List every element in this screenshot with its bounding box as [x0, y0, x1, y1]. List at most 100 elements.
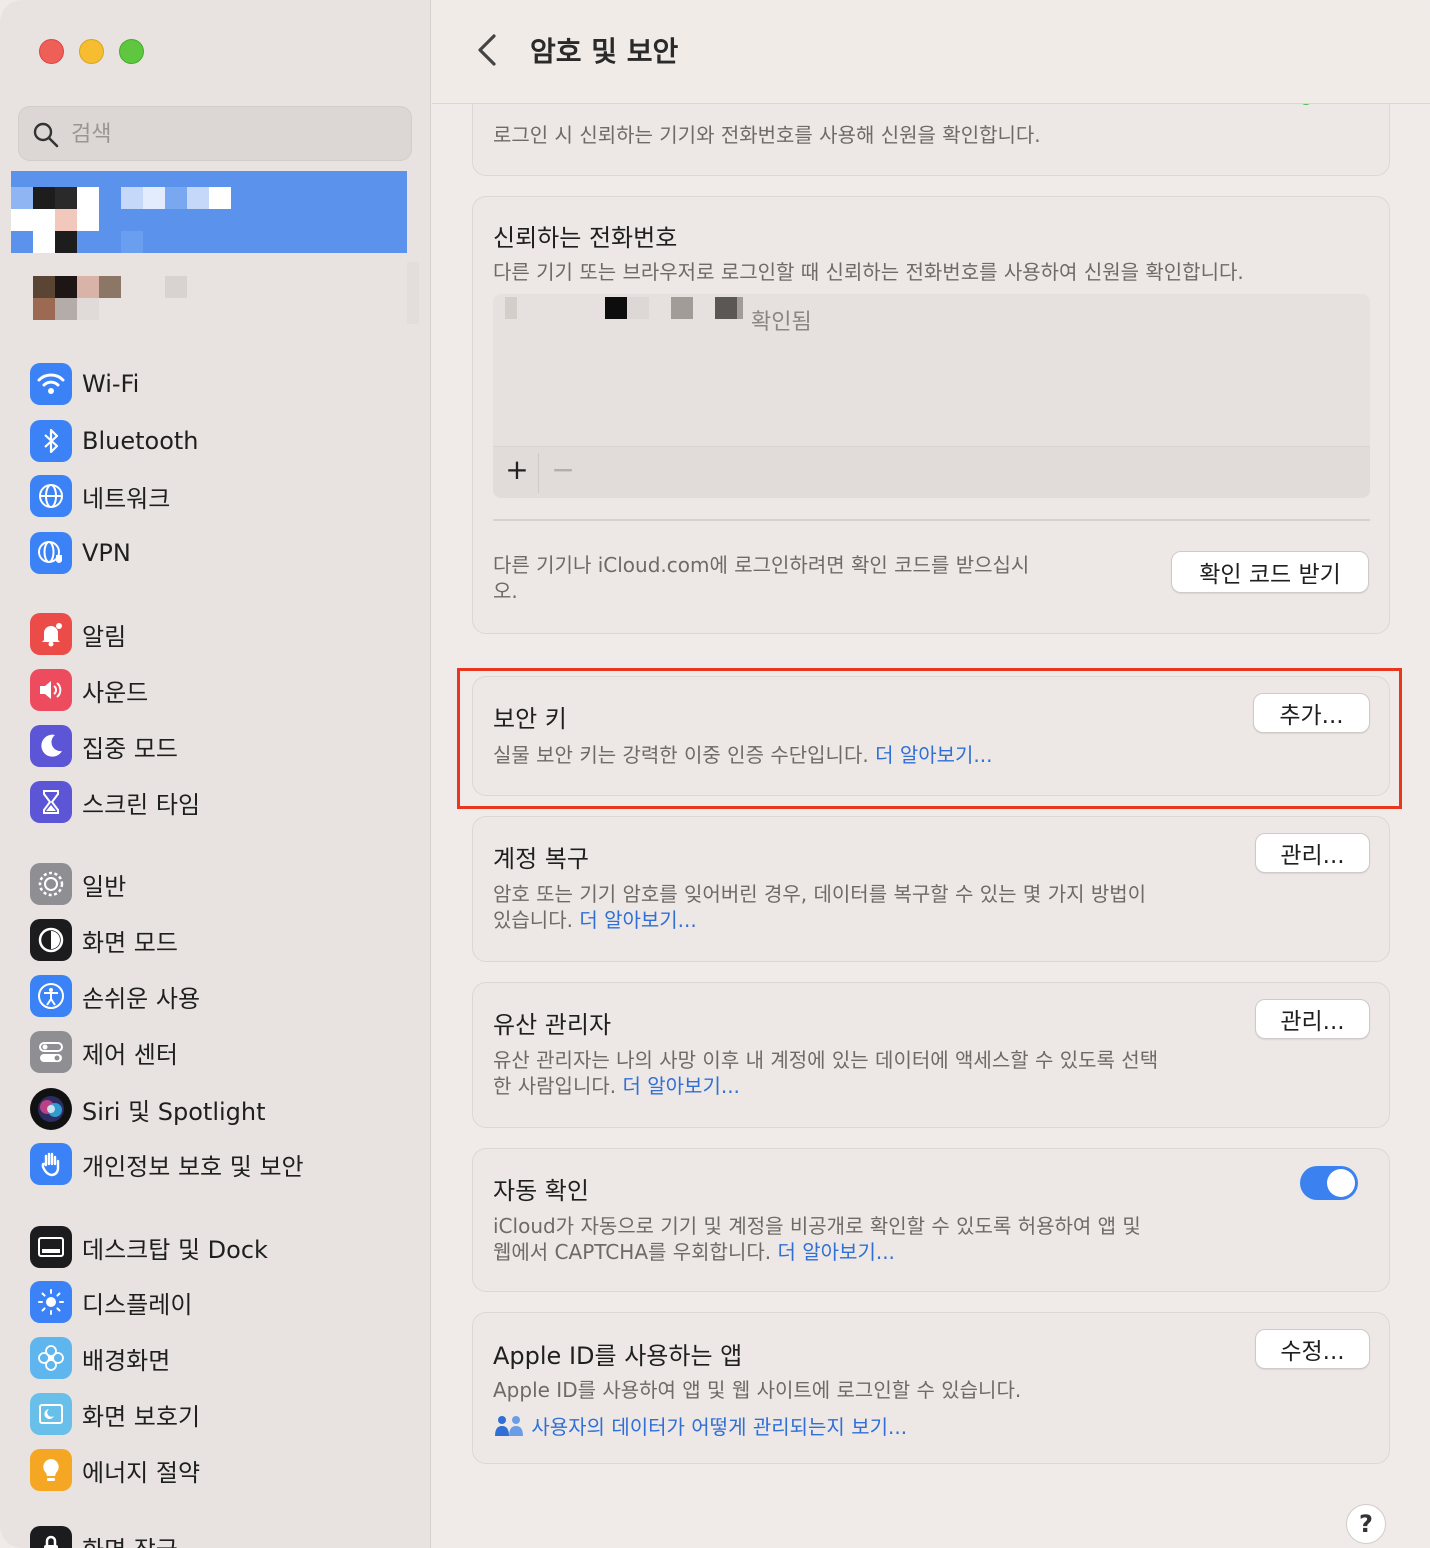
- lightbulb-icon: [30, 1449, 72, 1491]
- manage-legacy-contact-button[interactable]: 관리...: [1255, 999, 1370, 1039]
- data-management-link[interactable]: 사용자의 데이터가 어떻게 관리되는지 보기...: [531, 1415, 907, 1439]
- sidebar-item-privacy-security[interactable]: 개인정보 보호 및 보안: [30, 1141, 400, 1187]
- close-window-button[interactable]: [39, 39, 64, 64]
- sidebar-item-screen-saver[interactable]: 화면 보호기: [30, 1391, 400, 1437]
- sidebar-item-notifications[interactable]: 알림: [30, 611, 400, 657]
- window-controls: [39, 39, 144, 64]
- people-handshake-icon: [495, 1416, 523, 1436]
- divider: [538, 453, 539, 493]
- bluetooth-icon: [30, 420, 72, 462]
- vpn-globe-icon: [30, 532, 72, 574]
- speaker-icon: [30, 669, 72, 711]
- phone-number-pixel: [505, 297, 517, 319]
- security-key-description: 실물 보안 키는 강력한 이중 인증 수단입니다.: [493, 743, 869, 767]
- legacy-contact-description: 유산 관리자는 나의 사망 이후 내 계정에 있는 데이터에 액세스할 수 있도…: [493, 1048, 1159, 1098]
- sidebar-item-label: 개인정보 보호 및 보안: [82, 1152, 304, 1181]
- list-item[interactable]: 확인됨: [493, 294, 1370, 344]
- security-key-learn-more-link[interactable]: 더 알아보기...: [875, 743, 992, 767]
- avatar-pixel: [55, 276, 77, 298]
- sidebar-item-bluetooth[interactable]: Bluetooth: [30, 418, 400, 464]
- phone-number-pixel: [627, 297, 649, 319]
- account-recovery-title: 계정 복구: [493, 845, 589, 873]
- account-recovery-learn-more-link[interactable]: 더 알아보기...: [579, 908, 696, 932]
- back-chevron-icon[interactable]: [472, 30, 502, 70]
- wifi-icon: [30, 363, 72, 405]
- search-field[interactable]: [18, 106, 412, 161]
- phone-number-pixel: [671, 297, 693, 319]
- sidebar-item-lock-screen[interactable]: 화면 잠금: [30, 1524, 400, 1548]
- auto-verify-card: 자동 확인 iCloud가 자동으로 기기 및 계정을 비공개로 확인할 수 있…: [472, 1148, 1390, 1292]
- minimize-window-button[interactable]: [79, 39, 104, 64]
- sidebar-item-screen-time[interactable]: 스크린 타임: [30, 779, 400, 825]
- two-factor-description: 로그인 시 신뢰하는 기기와 전화번호를 사용해 신원을 확인합니다.: [493, 123, 1041, 147]
- sidebar-item-displays[interactable]: 디스플레이: [30, 1279, 400, 1325]
- remove-phone-button[interactable]: −: [549, 453, 577, 486]
- sidebar-item-wallpaper[interactable]: 배경화면: [30, 1335, 400, 1381]
- search-icon: [33, 122, 59, 148]
- avatar: [33, 276, 55, 298]
- avatar-pixel: [77, 276, 99, 298]
- auto-verify-learn-more-link[interactable]: 더 알아보기...: [777, 1240, 894, 1264]
- phone-number-pixel: [737, 297, 743, 319]
- sidebar: Wi-Fi Bluetooth 네트워크 VPN 알림: [0, 0, 431, 1548]
- sidebar-item-label: 네트워크: [82, 484, 171, 513]
- avatar-pixel: [55, 209, 77, 231]
- flower-icon: [30, 1337, 72, 1379]
- security-key-card: 보안 키 실물 보안 키는 강력한 이중 인증 수단입니다. 더 알아보기...…: [472, 676, 1390, 796]
- avatar-pixel: [55, 187, 77, 209]
- account-recovery-description-block: 암호 또는 기기 암호를 잊어버린 경우, 데이터를 복구할 수 있는 몇 가지…: [493, 881, 1163, 933]
- apps-using-apple-id-card: Apple ID를 사용하는 앱 Apple ID를 사용하여 앱 및 웹 사이…: [472, 1312, 1390, 1464]
- sidebar-item-network[interactable]: 네트워크: [30, 473, 400, 519]
- sidebar-item-desktop-dock[interactable]: 데스크탑 및 Dock: [30, 1224, 400, 1270]
- name-pixel: [165, 187, 187, 209]
- sidebar-item-vpn[interactable]: VPN: [30, 530, 400, 576]
- hand-icon: [30, 1143, 72, 1185]
- sidebar-item-appearance[interactable]: 화면 모드: [30, 917, 400, 963]
- sidebar-item-label: 손쉬운 사용: [82, 984, 201, 1013]
- toolbar: 암호 및 보안: [432, 0, 1430, 104]
- trusted-phone-card: 신뢰하는 전화번호 다른 기기 또는 브라우저로 로그인할 때 신뢰하는 전화번…: [472, 196, 1390, 634]
- sidebar-item-label: 에너지 절약: [82, 1458, 201, 1487]
- divider: [493, 519, 1370, 521]
- dock-icon: [30, 1226, 72, 1268]
- manage-account-recovery-button[interactable]: 관리...: [1255, 833, 1370, 873]
- add-security-key-button[interactable]: 추가...: [1253, 693, 1370, 733]
- sidebar-item-wifi[interactable]: Wi-Fi: [30, 361, 400, 407]
- apps-using-apple-id-description: Apple ID를 사용하여 앱 및 웹 사이트에 로그인할 수 있습니다.: [493, 1378, 1022, 1402]
- edit-apps-button[interactable]: 수정...: [1255, 1329, 1370, 1369]
- data-management-link-row[interactable]: 사용자의 데이터가 어떻게 관리되는지 보기...: [493, 1414, 1193, 1440]
- zoom-window-button[interactable]: [119, 39, 144, 64]
- help-button[interactable]: ?: [1346, 1504, 1386, 1544]
- list-controls: + −: [493, 446, 1370, 498]
- sidebar-item-focus[interactable]: 집중 모드: [30, 723, 400, 769]
- sidebar-item-apple-id[interactable]: [11, 171, 407, 253]
- sidebar-item-accessibility[interactable]: 손쉬운 사용: [30, 973, 400, 1019]
- sidebar-item-siri-spotlight[interactable]: Siri 및 Spotlight: [30, 1086, 400, 1132]
- sidebar-item-control-center[interactable]: 제어 센터: [30, 1029, 400, 1075]
- sidebar-item-family[interactable]: [11, 262, 407, 324]
- legacy-contact-title: 유산 관리자: [493, 1011, 612, 1039]
- sidebar-item-general[interactable]: 일반: [30, 861, 400, 907]
- sidebar-item-label: 집중 모드: [82, 734, 178, 763]
- sidebar-item-label: 스크린 타임: [82, 790, 201, 819]
- avatar-pixel: [55, 231, 77, 253]
- security-key-title: 보안 키: [493, 705, 567, 733]
- sidebar-scrollbar[interactable]: [407, 262, 419, 324]
- avatar-pixel: [33, 209, 55, 231]
- legacy-contact-learn-more-link[interactable]: 더 알아보기...: [622, 1074, 739, 1098]
- auto-verify-toggle[interactable]: [1300, 1166, 1358, 1200]
- globe-icon: [30, 475, 72, 517]
- sidebar-item-label: 알림: [82, 622, 127, 651]
- avatar-pixel: [33, 187, 55, 209]
- get-verification-code-button[interactable]: 확인 코드 받기: [1171, 551, 1369, 593]
- security-key-description-block: 실물 보안 키는 강력한 이중 인증 수단입니다. 더 알아보기...: [493, 742, 1193, 768]
- search-input[interactable]: [71, 117, 391, 151]
- sidebar-item-label: 화면 모드: [82, 928, 178, 957]
- appearance-icon: [30, 919, 72, 961]
- sidebar-item-label: 데스크탑 및 Dock: [82, 1235, 268, 1264]
- sidebar-item-energy-saver[interactable]: 에너지 절약: [30, 1447, 400, 1493]
- sidebar-item-label: 일반: [82, 872, 127, 901]
- sidebar-item-sound[interactable]: 사운드: [30, 667, 400, 713]
- add-phone-button[interactable]: +: [503, 453, 531, 486]
- sidebar-item-label: Wi-Fi: [82, 370, 140, 398]
